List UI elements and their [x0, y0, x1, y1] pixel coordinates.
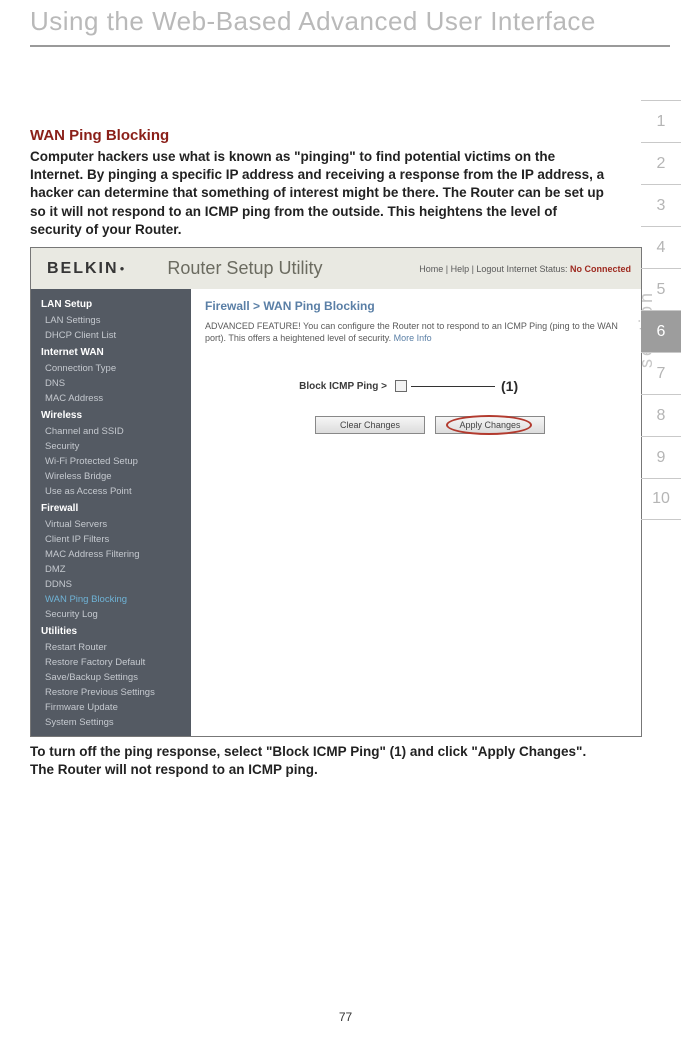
sidebar-item[interactable]: System Settings [31, 715, 191, 730]
sidebar-item[interactable]: MAC Address [31, 391, 191, 406]
title-rule [30, 45, 670, 47]
intro-paragraph: Computer hackers use what is known as "p… [30, 148, 610, 239]
internet-status: No Connected [570, 264, 631, 274]
page-number: 77 [0, 1010, 691, 1024]
more-info-link[interactable]: More Info [394, 333, 432, 343]
sidebar-item[interactable]: LAN Settings [31, 313, 191, 328]
sidebar-item[interactable]: Security [31, 439, 191, 454]
logo-text: BELKIN [47, 260, 119, 277]
advanced-feature-text: ADVANCED FEATURE! You can configure the … [205, 321, 627, 344]
router-screenshot: BELKIN● Router Setup Utility Home | Help… [30, 247, 642, 737]
screenshot-header: BELKIN● Router Setup Utility Home | Help… [31, 248, 641, 289]
top-links: Home | Help | Logout Internet Status: No… [419, 264, 641, 274]
callout-line [411, 386, 495, 387]
sidebar-item[interactable]: MAC Address Filtering [31, 547, 191, 562]
sidebar-item[interactable]: DMZ [31, 562, 191, 577]
sidebar-item[interactable]: Security Log [31, 607, 191, 622]
sidebar-item[interactable]: DNS [31, 376, 191, 391]
closing-paragraph: To turn off the ping response, select "B… [30, 743, 610, 779]
sidebar-item[interactable]: Connection Type [31, 361, 191, 376]
section-tab-8[interactable]: 8 [641, 394, 681, 436]
sidebar-item[interactable]: Use as Access Point [31, 484, 191, 499]
sidebar-item[interactable]: Virtual Servers [31, 517, 191, 532]
closing-a: To turn off the ping response, select "B… [30, 744, 390, 759]
block-icmp-row: Block ICMP Ping > (1) [205, 378, 627, 394]
sidebar-group: LAN Setup [31, 295, 191, 313]
sidebar-item[interactable]: Wi-Fi Protected Setup [31, 454, 191, 469]
sidebar-item[interactable]: Restore Previous Settings [31, 685, 191, 700]
section-tab-9[interactable]: 9 [641, 436, 681, 478]
belkin-logo: BELKIN● [31, 260, 127, 278]
section-tab-5[interactable]: 5 [641, 268, 681, 310]
callout-1: (1) [501, 378, 518, 394]
sidebar-item[interactable]: Client IP Filters [31, 532, 191, 547]
section-tab-3[interactable]: 3 [641, 184, 681, 226]
section-tab-4[interactable]: 4 [641, 226, 681, 268]
utility-title: Router Setup Utility [127, 258, 419, 279]
section-tab-7[interactable]: 7 [641, 352, 681, 394]
block-icmp-label: Block ICMP Ping > [205, 381, 395, 392]
sidebar-group: Wireless [31, 406, 191, 424]
sidebar-item[interactable]: Channel and SSID [31, 424, 191, 439]
section-tab-2[interactable]: 2 [641, 142, 681, 184]
sidebar-group: Utilities [31, 622, 191, 640]
sidebar-item[interactable]: Restart Router [31, 640, 191, 655]
section-tab-6[interactable]: 6 [641, 310, 681, 352]
breadcrumb: Firewall > WAN Ping Blocking [205, 299, 627, 313]
sidebar-item[interactable]: Restore Factory Default [31, 655, 191, 670]
sidebar-item[interactable]: DHCP Client List [31, 328, 191, 343]
sidebar-item[interactable]: DDNS [31, 577, 191, 592]
sidebar-group: Internet WAN [31, 343, 191, 361]
section-tab-10[interactable]: 10 [641, 478, 681, 520]
sidebar-group: Firewall [31, 499, 191, 517]
section-heading: WAN Ping Blocking [30, 127, 610, 144]
router-sidebar: LAN SetupLAN SettingsDHCP Client ListInt… [31, 289, 191, 736]
clear-changes-button[interactable]: Clear Changes [315, 416, 425, 434]
router-main-pane: Firewall > WAN Ping Blocking ADVANCED FE… [191, 289, 641, 736]
sidebar-item[interactable]: Wireless Bridge [31, 469, 191, 484]
apply-changes-label: Apply Changes [459, 420, 520, 430]
section-tabs: 12345678910 [641, 100, 681, 520]
sidebar-item[interactable]: WAN Ping Blocking [31, 592, 191, 607]
closing-marker: (1) [390, 744, 407, 759]
chapter-title: Using the Web-Based Advanced User Interf… [30, 0, 671, 43]
apply-changes-button[interactable]: Apply Changes [435, 416, 545, 434]
block-icmp-checkbox[interactable] [395, 380, 407, 392]
sidebar-item[interactable]: Firmware Update [31, 700, 191, 715]
sidebar-item[interactable]: Save/Backup Settings [31, 670, 191, 685]
top-links-text: Home | Help | Logout Internet Status: [419, 264, 570, 274]
section-tab-1[interactable]: 1 [641, 100, 681, 142]
